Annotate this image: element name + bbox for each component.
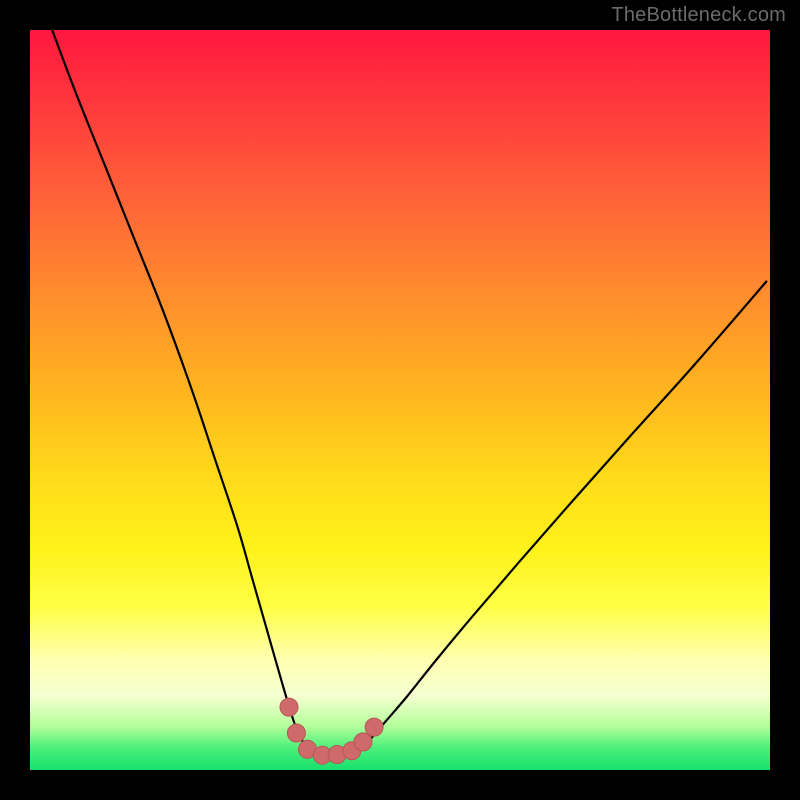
highlight-point [354,733,372,751]
watermark-text: TheBottleneck.com [611,4,786,27]
highlight-point [287,724,305,742]
highlight-point [365,718,383,736]
bottleneck-curve [52,30,766,755]
highlight-points [280,698,383,764]
highlight-point [280,698,298,716]
chart-frame: TheBottleneck.com [0,0,800,800]
curve-layer [30,30,770,770]
